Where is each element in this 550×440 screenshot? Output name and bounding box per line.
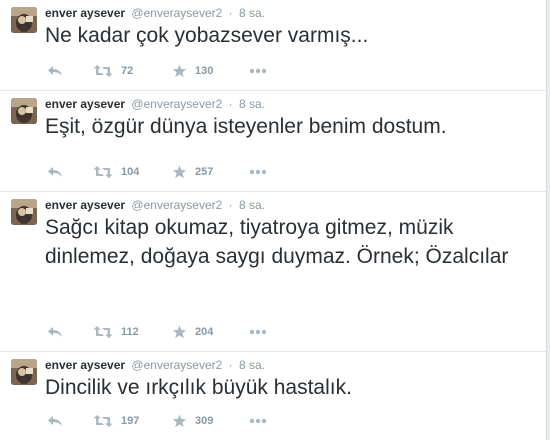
- tweet-item[interactable]: enver aysever @enveraysever2 · 8 sa. Din…: [0, 352, 546, 440]
- reply-icon: [47, 414, 63, 428]
- retweet-icon: [93, 165, 113, 179]
- reply-button[interactable]: [47, 163, 63, 181]
- favorite-button[interactable]: 130: [172, 62, 213, 80]
- tweet-actions: 197 309: [45, 412, 285, 430]
- more-button[interactable]: [249, 62, 267, 80]
- tweet-text: Dincilik ve ırkçılık büyük hastalık.: [45, 376, 352, 399]
- retweet-icon: [93, 414, 113, 428]
- star-icon: [172, 414, 187, 428]
- retweet-count: 72: [121, 65, 134, 77]
- author-name[interactable]: enver aysever: [45, 6, 125, 20]
- retweet-button[interactable]: 112: [93, 323, 139, 341]
- separator-dot: ·: [228, 198, 233, 212]
- star-icon: [172, 64, 187, 78]
- avatar[interactable]: [11, 199, 37, 225]
- separator-dot: ·: [228, 358, 233, 372]
- tweet-actions: 72 130: [45, 62, 285, 80]
- author-name[interactable]: enver aysever: [45, 97, 125, 111]
- favorite-count: 257: [195, 166, 214, 178]
- retweet-icon: [93, 325, 113, 339]
- reply-icon: [47, 64, 63, 78]
- reply-button[interactable]: [47, 412, 63, 430]
- more-icon: [249, 169, 267, 175]
- author-handle[interactable]: @enveraysever2: [131, 6, 222, 20]
- more-button[interactable]: [249, 412, 267, 430]
- more-icon: [249, 418, 267, 424]
- retweet-button[interactable]: 197: [93, 412, 139, 430]
- favorite-count: 204: [195, 326, 214, 338]
- retweet-button[interactable]: 72: [93, 62, 133, 80]
- more-icon: [249, 329, 267, 335]
- avatar[interactable]: [11, 98, 37, 124]
- tweet-timestamp[interactable]: 8 sa.: [239, 198, 265, 212]
- more-button[interactable]: [249, 323, 267, 341]
- tweet-actions: 112 204: [45, 323, 285, 341]
- reply-icon: [47, 165, 63, 179]
- avatar[interactable]: [11, 359, 37, 385]
- author-name[interactable]: enver aysever: [45, 198, 125, 212]
- favorite-button[interactable]: 309: [172, 412, 213, 430]
- tweet-text: Ne kadar çok yobazsever varmış...: [45, 24, 369, 47]
- author-name[interactable]: enver aysever: [45, 358, 125, 372]
- retweet-icon: [93, 64, 113, 78]
- author-handle[interactable]: @enveraysever2: [131, 97, 222, 111]
- tweet-item[interactable]: enver aysever @enveraysever2 · 8 sa. Sağ…: [0, 192, 546, 352]
- favorite-button[interactable]: 257: [172, 163, 213, 181]
- tweet-text: Eşit, özgür dünya isteyenler benim dostu…: [45, 115, 447, 138]
- separator-dot: ·: [228, 97, 233, 111]
- favorite-count: 309: [195, 415, 214, 427]
- author-handle[interactable]: @enveraysever2: [131, 358, 222, 372]
- author-handle[interactable]: @enveraysever2: [131, 198, 222, 212]
- separator-dot: ·: [228, 6, 233, 20]
- retweet-count: 197: [121, 415, 140, 427]
- tweet-header: enver aysever @enveraysever2 · 8 sa.: [45, 358, 265, 372]
- reply-button[interactable]: [47, 62, 63, 80]
- reply-button[interactable]: [47, 323, 63, 341]
- favorite-button[interactable]: 204: [172, 323, 213, 341]
- tweet-item[interactable]: enver aysever @enveraysever2 · 8 sa. Eşi…: [0, 91, 546, 192]
- tweet-header: enver aysever @enveraysever2 · 8 sa.: [45, 198, 265, 212]
- tweet-header: enver aysever @enveraysever2 · 8 sa.: [45, 97, 265, 111]
- star-icon: [172, 325, 187, 339]
- avatar[interactable]: [11, 7, 37, 33]
- tweet-timestamp[interactable]: 8 sa.: [239, 6, 265, 20]
- more-button[interactable]: [249, 163, 267, 181]
- tweet-text: Sağcı kitap okumaz, tiyatroya gitmez, mü…: [45, 216, 509, 268]
- tweet-actions: 104 257: [45, 163, 285, 181]
- tweet-header: enver aysever @enveraysever2 · 8 sa.: [45, 6, 265, 20]
- retweet-count: 104: [121, 166, 140, 178]
- more-icon: [249, 68, 267, 74]
- tweet-timeline: enver aysever @enveraysever2 · 8 sa. Ne …: [0, 0, 547, 440]
- star-icon: [172, 165, 187, 179]
- favorite-count: 130: [195, 65, 214, 77]
- tweet-timestamp[interactable]: 8 sa.: [239, 97, 265, 111]
- reply-icon: [47, 325, 63, 339]
- tweet-item[interactable]: enver aysever @enveraysever2 · 8 sa. Ne …: [0, 0, 546, 91]
- retweet-count: 112: [121, 326, 139, 338]
- tweet-timestamp[interactable]: 8 sa.: [239, 358, 265, 372]
- retweet-button[interactable]: 104: [93, 163, 139, 181]
